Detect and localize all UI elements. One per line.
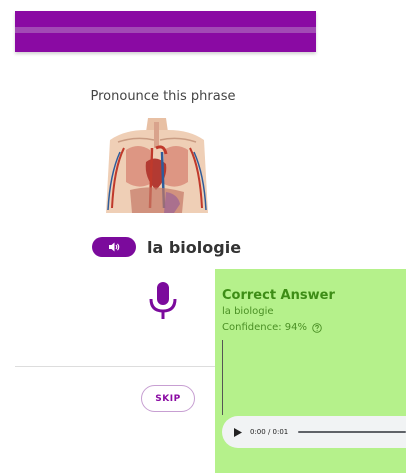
confidence-text: Confidence: 94%: [222, 322, 307, 333]
top-banner: [15, 11, 316, 52]
confidence-row: Confidence: 94%: [222, 322, 322, 333]
play-phrase-button[interactable]: [92, 237, 136, 257]
speaker-icon: [108, 242, 119, 252]
feedback-title: Correct Answer: [222, 288, 335, 303]
target-phrase: la biologie: [147, 237, 242, 257]
play-icon[interactable]: [234, 427, 242, 437]
skip-button[interactable]: SKIP: [141, 385, 195, 412]
record-button[interactable]: [148, 282, 178, 320]
feedback-phrase: la biologie: [222, 306, 274, 317]
help-circle-icon[interactable]: [312, 322, 322, 333]
anatomy-illustration: [104, 118, 210, 217]
prompt-text: Pronounce this phrase: [90, 89, 236, 104]
audio-progress-track[interactable]: [298, 431, 406, 433]
top-banner-stripe: [15, 27, 316, 33]
audio-time: 0:00 / 0:01: [250, 428, 289, 436]
audio-player[interactable]: 0:00 / 0:01: [222, 416, 406, 448]
microphone-icon: [149, 282, 177, 319]
waveform-cursor-line: [222, 340, 223, 415]
phrase-row: la biologie: [92, 236, 241, 258]
feedback-panel: Correct Answer la biologie Confidence: 9…: [215, 269, 406, 473]
divider: [15, 366, 215, 367]
